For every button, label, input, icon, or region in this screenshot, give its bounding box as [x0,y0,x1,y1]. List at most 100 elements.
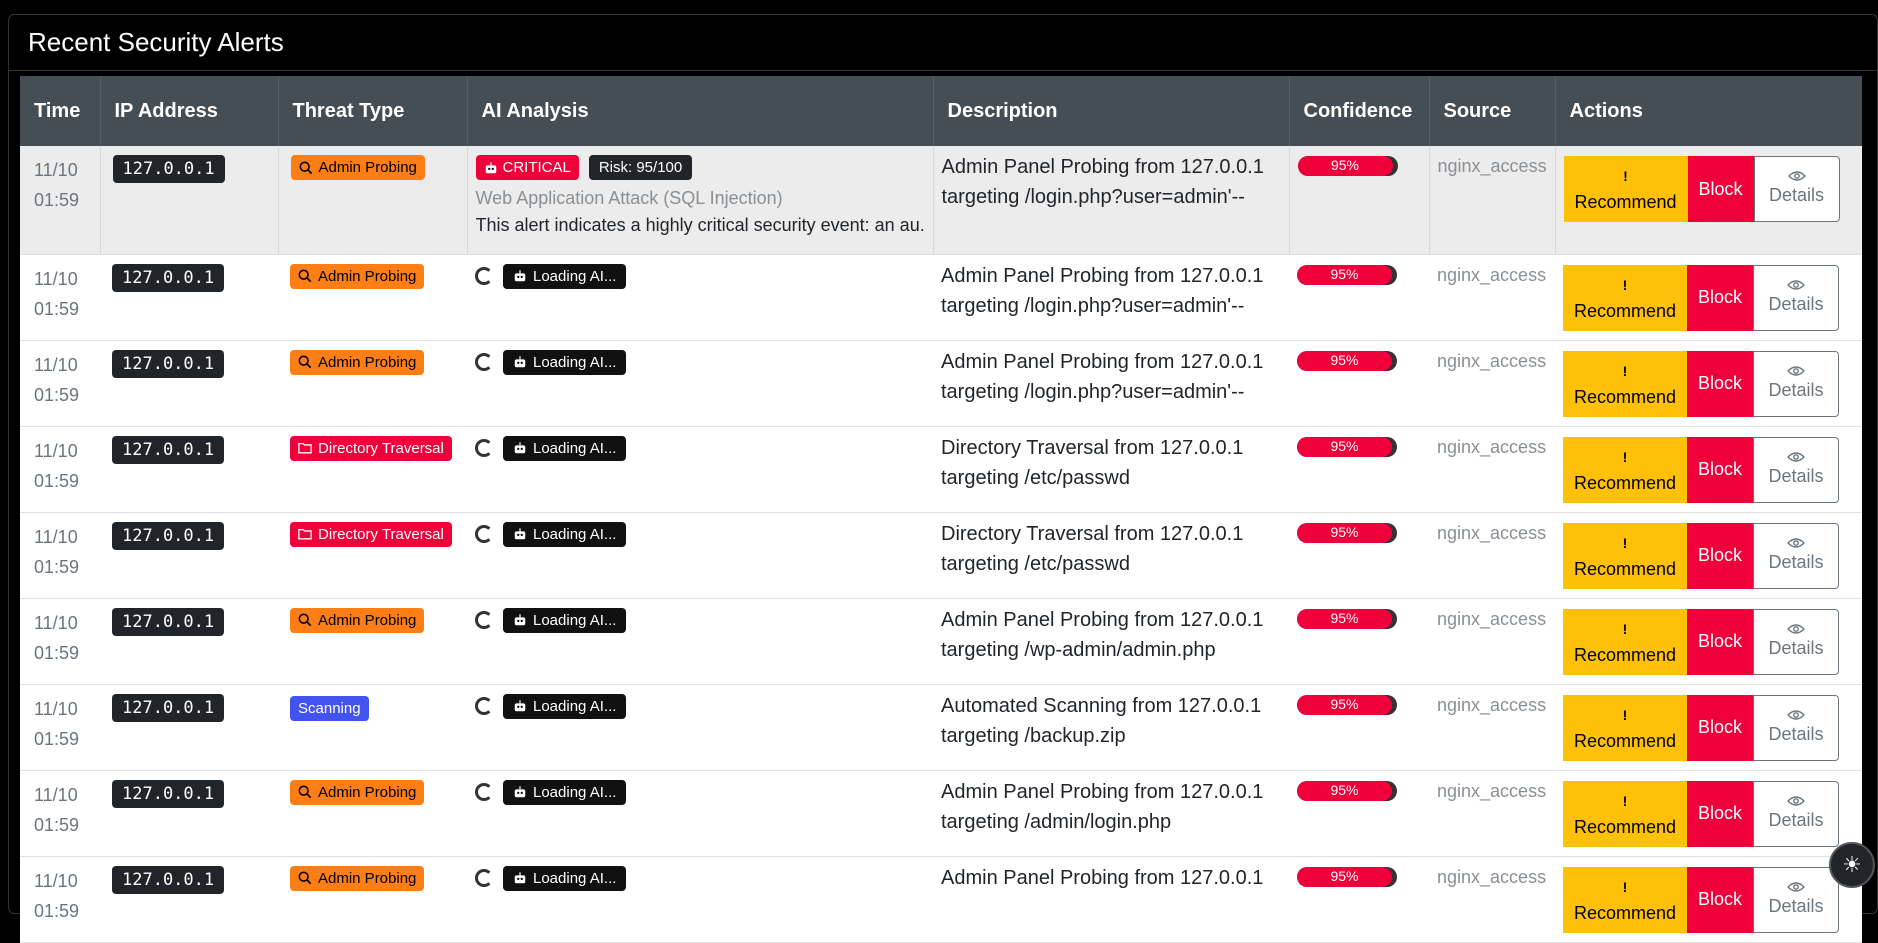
exclamation-icon: ! [1622,448,1628,465]
row-actions: ! Recommend Block Details [1563,350,1854,417]
robot-icon [513,527,527,541]
header-source[interactable]: Source [1429,76,1556,146]
confidence-fill: 95% [1297,866,1392,887]
threat-type-badge: Directory Traversal [290,521,452,547]
loading-ai-badge: Loading AI... [503,521,627,547]
robot-icon [484,161,498,175]
details-button[interactable]: Details [1753,156,1840,222]
ip-address[interactable]: 127.0.0.1 [112,779,225,808]
header-time[interactable]: Time [20,76,101,146]
threat-type-badge: Directory Traversal [290,435,452,461]
confidence-bar: 95% [1297,866,1397,887]
exclamation-icon: ! [1622,362,1628,379]
search-icon [298,785,312,799]
header-ip-address[interactable]: IP Address [100,76,279,146]
header-threat-type[interactable]: Threat Type [278,76,468,146]
loading-ai-badge: Loading AI... [503,435,627,461]
alert-source: nginx_access [1437,694,1547,715]
ip-address[interactable]: 127.0.0.1 [112,263,225,292]
table-row[interactable]: 11/10 01:59 127.0.0.1 Directory Traversal… [20,512,1862,599]
details-button[interactable]: Details [1753,866,1839,933]
confidence-bar: 95% [1297,694,1397,715]
table-row[interactable]: 11/10 01:59 127.0.0.1 Admin Probing Loadi… [20,770,1862,857]
loading-spinner [475,697,493,715]
theme-toggle-button[interactable]: ☀ [1829,842,1875,888]
details-button[interactable]: Details [1753,350,1839,417]
ip-address[interactable]: 127.0.0.1 [112,607,225,636]
details-button[interactable]: Details [1753,436,1839,503]
details-button[interactable]: Details [1753,608,1839,675]
header-confidence[interactable]: Confidence [1289,76,1430,146]
confidence-fill: 95% [1297,350,1392,371]
table-row[interactable]: 11/10 01:59 127.0.0.1 Admin Probing Loadi… [20,340,1862,427]
ai-category: Web Application Attack (SQL Injection) [475,188,783,208]
recommend-button[interactable]: ! Recommend [1563,780,1687,847]
recommend-button[interactable]: ! Recommend [1563,866,1687,933]
table-row[interactable]: 11/10 01:59 127.0.0.1 Admin Probing CRITI… [20,146,1862,255]
block-button[interactable]: Block [1687,156,1754,222]
ip-address[interactable]: 127.0.0.1 [112,865,225,894]
header-description[interactable]: Description [933,76,1290,146]
alerts-table-body: 11/10 01:59 127.0.0.1 Admin Probing CRITI… [20,146,1862,943]
alert-source: nginx_access [1437,156,1547,176]
ip-address[interactable]: 127.0.0.1 [112,693,225,722]
confidence-fill: 95% [1297,156,1393,176]
details-button[interactable]: Details [1753,264,1839,331]
recommend-button[interactable]: ! Recommend [1563,694,1687,761]
eye-icon [1787,795,1805,807]
severity-badge: CRITICAL [475,155,579,180]
recommend-button[interactable]: ! Recommend [1563,264,1687,331]
alert-source: nginx_access [1437,350,1547,371]
confidence-fill: 95% [1297,264,1392,285]
panel-header: Recent Security Alerts [9,15,1877,71]
recommend-button[interactable]: ! Recommend [1563,522,1687,589]
alert-description: Admin Panel Probing from 127.0.0.1 target… [941,780,1264,833]
row-actions: ! Recommend Block Details [1563,436,1854,503]
block-button[interactable]: Block [1687,522,1753,589]
search-icon [299,161,313,175]
ip-address[interactable]: 127.0.0.1 [112,521,225,550]
row-actions: ! Recommend Block Details [1563,608,1854,675]
alert-source: nginx_access [1437,608,1547,629]
exclamation-icon: ! [1622,620,1628,637]
header-ai-analysis[interactable]: AI Analysis [467,76,934,146]
confidence-bar: 95% [1297,436,1397,457]
table-row[interactable]: 11/10 01:59 127.0.0.1 Scanning Loading AI… [20,684,1862,771]
block-button[interactable]: Block [1687,436,1753,503]
details-button[interactable]: Details [1753,522,1839,589]
robot-icon [513,613,527,627]
recommend-button[interactable]: ! Recommend [1563,436,1687,503]
ip-address[interactable]: 127.0.0.1 [112,155,225,183]
block-button[interactable]: Block [1687,780,1753,847]
details-button[interactable]: Details [1753,780,1839,847]
threat-type-badge: Admin Probing [290,865,425,891]
loading-spinner [475,525,493,543]
row-actions: ! Recommend Block Details [1563,264,1854,331]
ai-summary: This alert indicates a highly critical s… [475,215,925,235]
eye-icon [1787,279,1805,291]
eye-icon [1787,170,1806,182]
block-button[interactable]: Block [1687,866,1753,933]
alert-time: 11/10 01:59 [34,698,80,749]
block-button[interactable]: Block [1687,350,1753,417]
table-row[interactable]: 11/10 01:59 127.0.0.1 Admin Probing Loadi… [20,598,1862,685]
block-button[interactable]: Block [1687,608,1753,675]
table-row[interactable]: 11/10 01:59 127.0.0.1 Admin Probing Loadi… [20,254,1862,341]
table-row[interactable]: 11/10 01:59 127.0.0.1 Admin Probing Loadi… [20,856,1862,943]
ip-address[interactable]: 127.0.0.1 [112,435,225,464]
recommend-button[interactable]: ! Recommend [1563,608,1687,675]
alert-source: nginx_access [1437,436,1547,457]
recommend-button[interactable]: ! Recommend [1563,350,1687,417]
ip-address[interactable]: 127.0.0.1 [112,349,225,378]
table-row[interactable]: 11/10 01:59 127.0.0.1 Directory Traversal… [20,426,1862,513]
eye-icon [1787,623,1805,635]
search-icon [298,355,312,369]
recommend-button[interactable]: ! Recommend [1563,156,1688,222]
block-button[interactable]: Block [1687,694,1753,761]
block-button[interactable]: Block [1687,264,1753,331]
threat-type-badge: Admin Probing [290,263,425,289]
alert-time: 11/10 01:59 [34,612,80,663]
folder-icon [298,527,312,541]
alert-source: nginx_access [1437,264,1547,285]
details-button[interactable]: Details [1753,694,1839,761]
